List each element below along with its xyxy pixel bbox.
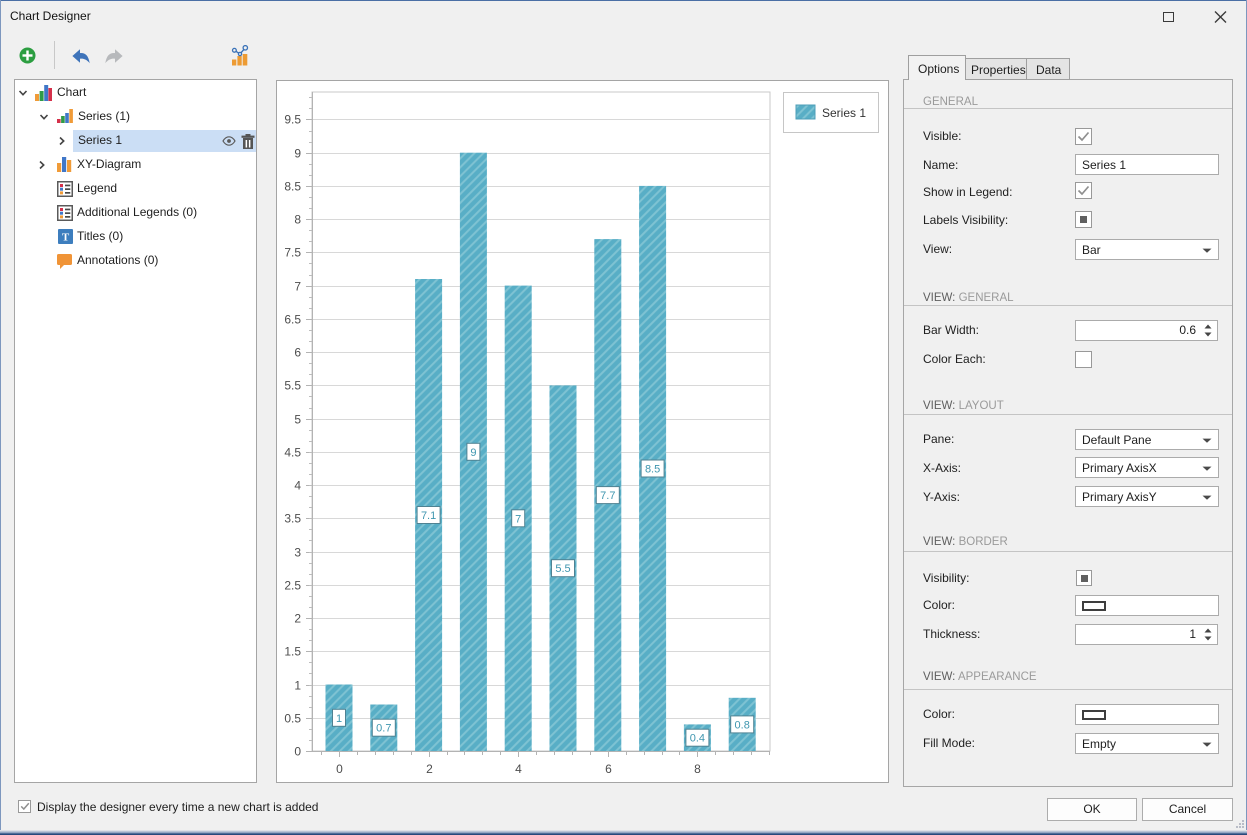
svg-text:6: 6 bbox=[605, 762, 612, 776]
svg-text:8.5: 8.5 bbox=[645, 464, 660, 476]
svg-text:4: 4 bbox=[294, 479, 301, 493]
svg-text:9: 9 bbox=[470, 447, 476, 459]
svg-text:9: 9 bbox=[294, 147, 301, 161]
svg-text:4.5: 4.5 bbox=[284, 446, 301, 460]
svg-text:8.5: 8.5 bbox=[284, 180, 301, 194]
svg-text:2: 2 bbox=[426, 762, 433, 776]
svg-text:7.7: 7.7 bbox=[600, 490, 615, 502]
svg-text:T: T bbox=[62, 232, 70, 244]
svg-text:7: 7 bbox=[515, 513, 521, 525]
svg-text:2: 2 bbox=[294, 612, 301, 626]
svg-text:9.5: 9.5 bbox=[284, 113, 301, 127]
svg-text:7.5: 7.5 bbox=[284, 246, 301, 260]
svg-text:5.5: 5.5 bbox=[555, 563, 570, 575]
svg-text:0.5: 0.5 bbox=[284, 712, 301, 726]
svg-text:5: 5 bbox=[294, 413, 301, 427]
svg-text:5.5: 5.5 bbox=[284, 379, 301, 393]
svg-text:6: 6 bbox=[294, 346, 301, 360]
svg-text:1.5: 1.5 bbox=[284, 645, 301, 659]
svg-text:0.8: 0.8 bbox=[735, 719, 750, 731]
svg-text:Series 1: Series 1 bbox=[822, 106, 866, 120]
svg-text:0: 0 bbox=[336, 762, 343, 776]
svg-text:2.5: 2.5 bbox=[284, 579, 301, 593]
svg-text:0.7: 0.7 bbox=[376, 723, 391, 735]
svg-text:8: 8 bbox=[694, 762, 701, 776]
svg-text:1: 1 bbox=[294, 679, 301, 693]
svg-text:0.4: 0.4 bbox=[690, 733, 705, 745]
svg-text:3.5: 3.5 bbox=[284, 512, 301, 526]
svg-text:7: 7 bbox=[294, 280, 301, 294]
svg-text:7.1: 7.1 bbox=[421, 510, 436, 522]
svg-text:4: 4 bbox=[515, 762, 522, 776]
svg-text:1: 1 bbox=[336, 713, 342, 725]
svg-text:8: 8 bbox=[294, 213, 301, 227]
svg-text:6.5: 6.5 bbox=[284, 313, 301, 327]
svg-text:3: 3 bbox=[294, 546, 301, 560]
svg-text:0: 0 bbox=[294, 745, 301, 759]
